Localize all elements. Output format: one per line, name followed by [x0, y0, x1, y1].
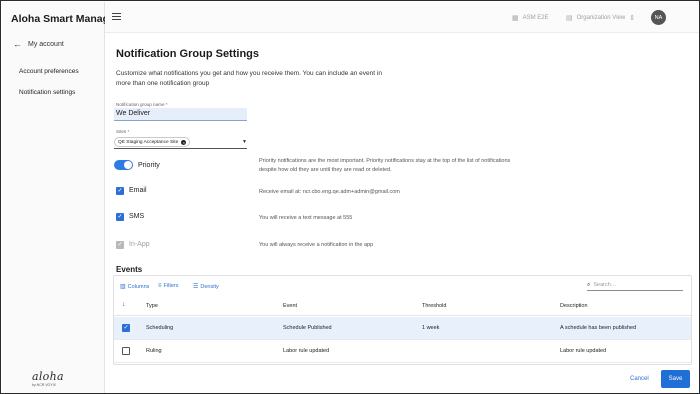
density-button[interactable]: ☰ Density [193, 283, 219, 291]
table-row[interactable]: ✓ Scheduling Schedule Published 1 week A… [114, 317, 691, 340]
site-chip: QE Staging Acceptance Site × [114, 137, 191, 147]
building-icon: ▦ [512, 15, 519, 22]
page-title: Notification Group Settings [116, 48, 259, 60]
logo-byline: by NCR VOYIX [32, 383, 56, 387]
form-footer: Cancel Save [105, 366, 699, 393]
cell-type: Ruling [146, 348, 162, 354]
cell-type: Scheduling [146, 325, 174, 331]
search-input[interactable]: ⌕ Search… [587, 280, 683, 291]
sites-select[interactable]: QE Staging Acceptance Site × ▼ [114, 136, 247, 149]
table-row[interactable]: Ruling Labor rule updated Labor rule upd… [114, 340, 691, 363]
store-icon: ▤ [566, 15, 573, 22]
back-to-account-link[interactable]: ← My account [13, 39, 64, 49]
email-description: Receive email at: ncr.cbo.eng.qe.adm+adm… [259, 189, 400, 195]
email-label: Email [129, 187, 147, 194]
cell-threshold: 1 week [422, 325, 440, 331]
search-placeholder: Search… [593, 282, 617, 288]
filter-icon: ≡ [158, 283, 162, 289]
brand-logo: aloha by NCR VOYIX [32, 370, 64, 387]
column-header-type[interactable]: Type [146, 303, 158, 309]
priority-description: Priority notifications are the most impo… [259, 158, 511, 173]
table-toolbar: ▥ Columns ≡ Filters ☰ Density ⌕ Search… [114, 276, 691, 293]
sms-checkbox[interactable]: ✓ [116, 213, 124, 221]
email-checkbox[interactable]: ✓ [116, 187, 124, 195]
main-content: Notification Group Settings Customize wh… [105, 33, 699, 393]
app-window: Aloha Smart Manager ← My account Account… [0, 0, 700, 394]
inapp-description: You will always receive a notification i… [259, 242, 374, 248]
density-icon: ☰ [193, 284, 199, 290]
cell-event: Schedule Published [283, 325, 332, 331]
search-icon: ⌕ [587, 281, 591, 288]
cell-description: A schedule has been published [560, 325, 637, 331]
column-header-threshold[interactable]: Threshold [422, 303, 446, 309]
sms-description: You will receive a text message at 555 [259, 215, 353, 221]
filters-label: Filters [163, 283, 179, 289]
filters-button[interactable]: ≡ Filters [158, 283, 179, 289]
save-button[interactable]: Save [661, 370, 690, 388]
row-checkbox[interactable] [122, 347, 130, 355]
app-title: Aloha Smart Manager [11, 13, 119, 25]
page-description: Customize what notifications you get and… [116, 70, 382, 87]
site-chip-label: QE Staging Acceptance Site [118, 139, 179, 145]
asm-label: ASM E2E [522, 15, 549, 21]
inapp-label: In-App [129, 241, 150, 248]
sites-label: Sites * [116, 129, 130, 134]
events-title: Events [116, 265, 143, 274]
sidebar: Aloha Smart Manager ← My account Account… [2, 2, 119, 393]
sidebar-item-notification-settings[interactable]: Notification settings [19, 89, 75, 96]
cell-event: Labor rule updated [283, 348, 330, 354]
row-checkbox[interactable]: ✓ [122, 324, 130, 332]
asm-selector[interactable]: ▦ ASM E2E [512, 14, 549, 22]
organization-view-selector[interactable]: ▤ Organization View ⇕ [566, 14, 635, 22]
chip-remove-icon[interactable]: × [181, 139, 187, 145]
columns-label: Columns [127, 283, 150, 290]
cancel-button[interactable]: Cancel [630, 376, 649, 382]
table-header: ↓ Type Event Threshold Description [114, 295, 691, 316]
sort-arrow-icon[interactable]: ↓ [122, 301, 126, 308]
columns-button[interactable]: ▥ Columns [120, 283, 150, 291]
group-name-input[interactable]: We Deliver [114, 108, 247, 121]
density-label: Density [200, 283, 219, 290]
unfold-icon: ⇕ [629, 15, 636, 22]
column-header-event[interactable]: Event [283, 303, 297, 309]
priority-toggle[interactable] [114, 160, 133, 170]
priority-label: Priority [138, 162, 160, 169]
back-label: My account [28, 41, 64, 48]
cell-description: Labor rule updated [560, 348, 607, 354]
top-bar: ▦ ASM E2E ▤ Organization View ⇕ NA [105, 2, 699, 33]
org-label: Organization View [576, 15, 626, 21]
arrow-left-icon: ← [13, 39, 22, 49]
group-name-label: Notification group name * [116, 102, 168, 107]
logo-word: aloha [32, 370, 64, 383]
inapp-checkbox: ✓ [116, 241, 124, 249]
columns-icon: ▥ [120, 284, 126, 290]
events-table: ▥ Columns ≡ Filters ☰ Density ⌕ Search… … [113, 275, 692, 365]
sms-label: SMS [129, 213, 145, 220]
sidebar-item-account-preferences[interactable]: Account preferences [19, 68, 79, 75]
menu-icon[interactable] [112, 13, 121, 20]
chevron-down-icon: ▼ [242, 139, 247, 145]
column-header-description[interactable]: Description [560, 303, 588, 309]
avatar[interactable]: NA [651, 10, 666, 25]
